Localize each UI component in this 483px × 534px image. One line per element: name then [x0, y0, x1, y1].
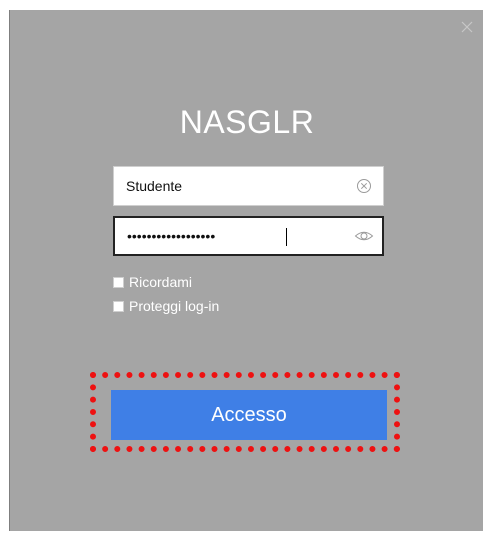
username-input[interactable]	[126, 167, 346, 205]
password-field-container	[113, 216, 384, 256]
clear-circle-icon[interactable]	[355, 177, 373, 195]
login-dialog: NASGLR Ricordami Proteggi log-in Access	[9, 10, 483, 531]
remember-option[interactable]: Ricordami	[113, 274, 192, 290]
protect-login-label: Proteggi log-in	[129, 298, 220, 314]
eye-icon[interactable]	[354, 227, 374, 245]
protect-login-option[interactable]: Proteggi log-in	[113, 298, 219, 314]
close-icon	[461, 21, 473, 33]
username-field-container	[113, 166, 384, 206]
close-button[interactable]	[458, 18, 476, 36]
app-title: NASGLR	[179, 104, 315, 140]
remember-checkbox[interactable]	[113, 276, 124, 288]
remember-label: Ricordami	[129, 274, 193, 290]
password-input[interactable]	[127, 218, 347, 254]
text-caret	[286, 228, 287, 246]
login-button[interactable]: Accesso	[111, 390, 387, 440]
protect-login-checkbox[interactable]	[113, 300, 124, 312]
